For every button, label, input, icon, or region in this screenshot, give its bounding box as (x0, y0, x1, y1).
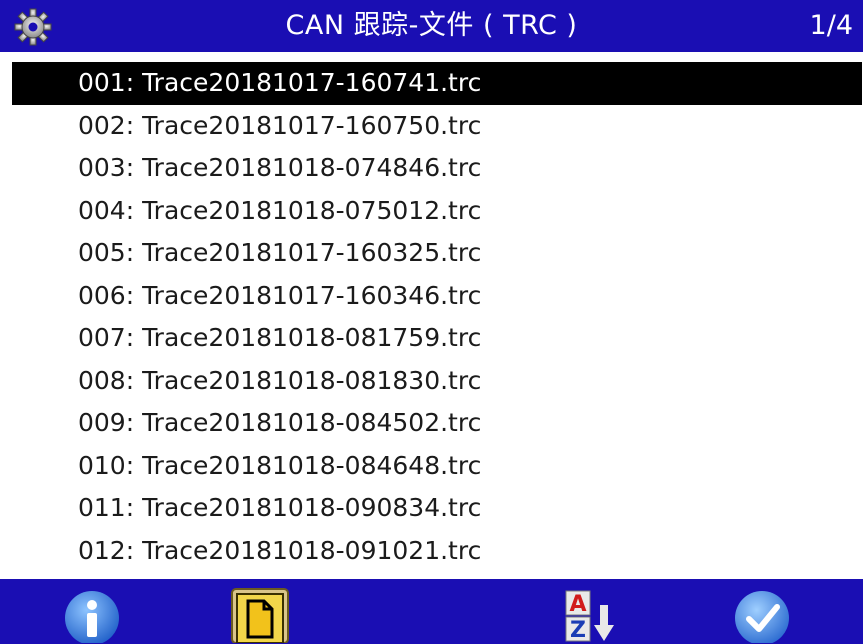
bottom-toolbar: A Z (0, 579, 863, 644)
file-list-item[interactable]: 002: Trace20181017-160750.trc (12, 105, 862, 148)
file-list-item[interactable]: 009: Trace20181018-084502.trc (12, 402, 862, 445)
file-icon[interactable] (230, 585, 290, 643)
info-icon[interactable] (62, 585, 122, 643)
file-list-item[interactable]: 012: Trace20181018-091021.trc (12, 530, 862, 573)
file-list: 001: Trace20181017-160741.trc 002: Trace2… (0, 62, 863, 572)
file-list-item[interactable]: 003: Trace20181018-074846.trc (12, 147, 862, 190)
file-list-item[interactable]: 001: Trace20181017-160741.trc (12, 62, 862, 105)
svg-text:A: A (569, 592, 586, 617)
file-list-item[interactable]: 005: Trace20181017-160325.trc (12, 232, 862, 275)
file-list-item[interactable]: 008: Trace20181018-081830.trc (12, 360, 862, 403)
page-title: CAN 跟踪-文件 ( TRC ) (285, 10, 578, 41)
file-list-item[interactable]: 011: Trace20181018-090834.trc (12, 487, 862, 530)
file-list-item[interactable]: 006: Trace20181017-160346.trc (12, 275, 862, 318)
check-icon[interactable] (732, 585, 792, 643)
svg-text:Z: Z (570, 618, 586, 643)
sort-az-icon[interactable]: A Z (562, 585, 622, 643)
file-list-item[interactable]: 010: Trace20181018-084648.trc (12, 445, 862, 488)
file-list-item[interactable]: 004: Trace20181018-075012.trc (12, 190, 862, 233)
file-list-item[interactable]: 007: Trace20181018-081759.trc (12, 317, 862, 360)
title-bar: CAN 跟踪-文件 ( TRC ) 1/4 (0, 0, 863, 52)
page-indicator: 1/4 (809, 10, 853, 41)
